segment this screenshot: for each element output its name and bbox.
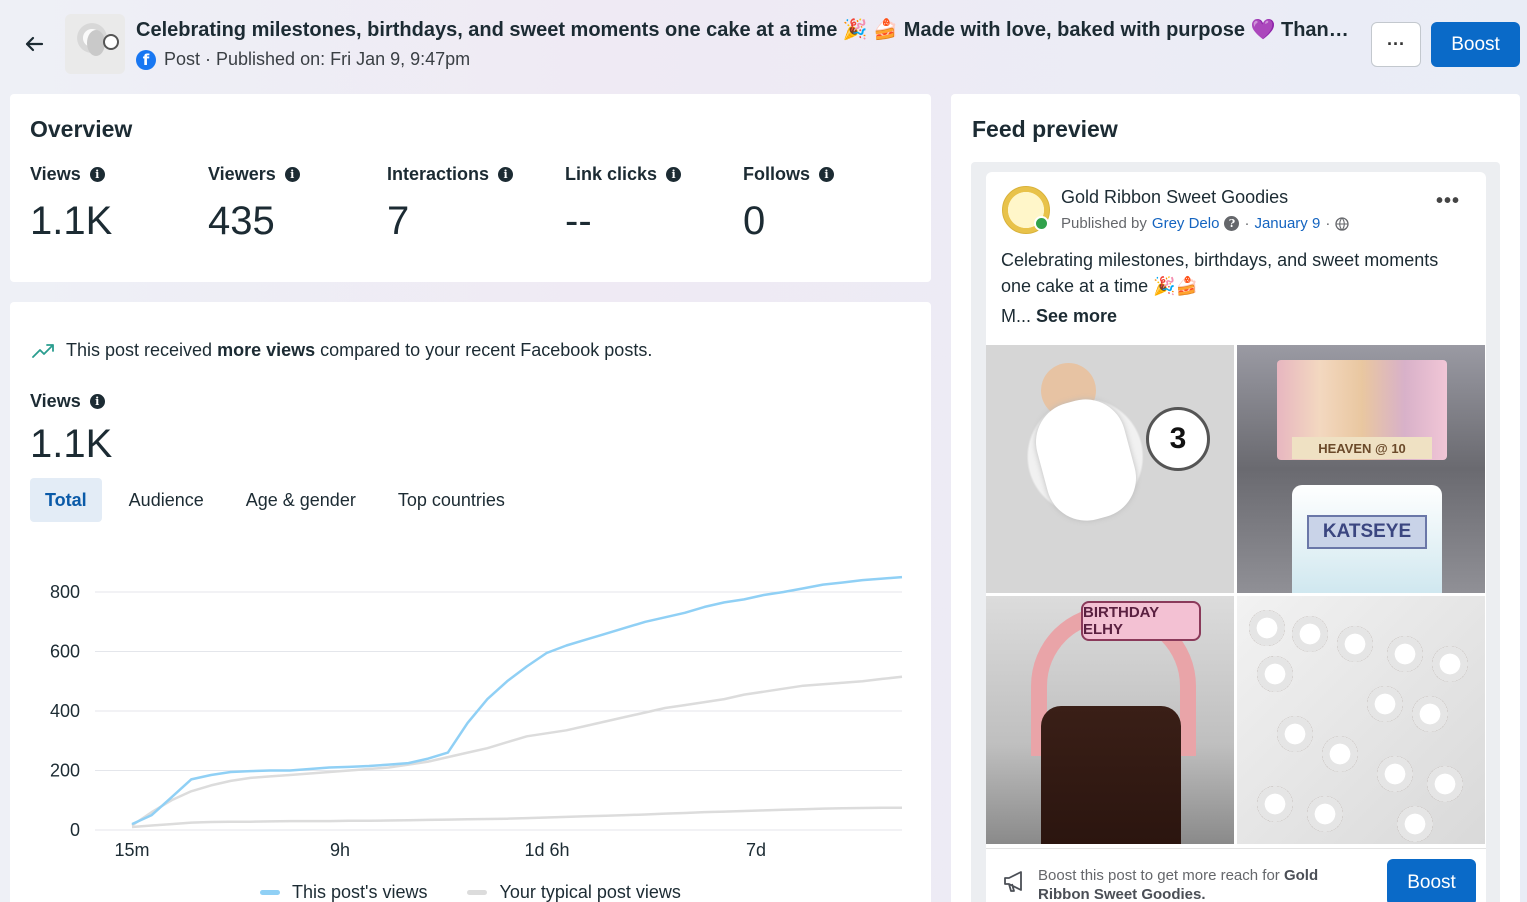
insight-prefix: This post received <box>66 340 218 360</box>
page-name[interactable]: Gold Ribbon Sweet Goodies <box>1061 187 1288 208</box>
photo-cupcakes[interactable] <box>1237 596 1485 844</box>
metric-follows: Follows i 0 <box>743 164 834 244</box>
y-tick-label: 600 <box>50 642 80 662</box>
boost-prompt-prefix: Boost this post to get more reach for <box>1038 867 1280 884</box>
metric-value: 435 <box>208 199 275 243</box>
post-byline: Published by Grey Delo ? · January 9 · <box>1061 215 1349 232</box>
boost-prompt-bar: Boost this post to get more reach for Go… <box>986 848 1486 902</box>
metric-label: Link clicks <box>565 164 658 184</box>
metric-link-clicks: Link clicks i -- <box>565 164 682 244</box>
help-icon[interactable]: ? <box>1224 216 1240 231</box>
see-more-link[interactable]: See more <box>1036 306 1117 326</box>
legend-item-typical[interactable]: Your typical post views <box>467 882 681 902</box>
info-icon[interactable]: i <box>89 394 105 409</box>
overview-title: Overview <box>30 116 133 142</box>
series-line-1 <box>131 675 903 827</box>
more-options-button[interactable]: ··· <box>1371 22 1421 67</box>
photo-katseye-cake[interactable]: HEAVEN @ 10 KATSEYE <box>1237 345 1485 593</box>
published-by-label: Published by <box>1061 215 1147 232</box>
metric-label: Views <box>30 164 81 184</box>
info-icon[interactable]: i <box>284 167 300 182</box>
post-date-link[interactable]: January 9 <box>1254 215 1320 232</box>
x-tick-label: 15m <box>114 840 149 860</box>
legend-item-this-post[interactable]: This post's views <box>260 882 427 902</box>
views-card: This post received more views compared t… <box>10 302 931 902</box>
metric-viewers: Viewers i 435 <box>208 164 300 244</box>
insight-bold: more views <box>217 340 316 360</box>
feed-preview-frame: Gold Ribbon Sweet Goodies Published by G… <box>971 162 1500 902</box>
legend-swatch <box>467 890 488 895</box>
x-tick-label: 1d 6h <box>524 840 569 860</box>
facebook-icon: f <box>136 49 156 70</box>
metric-label: Viewers <box>208 164 276 184</box>
y-tick-label: 800 <box>50 582 80 602</box>
y-tick-label: 200 <box>50 761 80 781</box>
photo-baby[interactable]: 3 <box>986 345 1234 593</box>
post-thumbnail <box>65 14 125 74</box>
post-published-text: Post · Published on: Fri Jan 9, 9:47pm <box>164 49 471 69</box>
truncated-text: M... <box>1001 306 1031 326</box>
tab-audience[interactable]: Audience <box>114 478 219 522</box>
views-label: Views i <box>30 391 105 412</box>
post-preview: Gold Ribbon Sweet Goodies Published by G… <box>986 172 1486 902</box>
photo-birthday-cake[interactable]: BIRTHDAY ELHY <box>986 596 1234 844</box>
insight-suffix: compared to your recent Facebook posts. <box>315 340 653 360</box>
legend-label: This post's views <box>292 882 428 902</box>
boost-button[interactable]: Boost <box>1431 22 1520 67</box>
metric-value: 7 <box>387 199 410 243</box>
photo-grid: 3 HEAVEN @ 10 KATSEYE BIRTHDAY ELHY <box>986 345 1486 845</box>
arrow-left-icon <box>25 36 44 52</box>
page-avatar[interactable] <box>1002 186 1050 234</box>
x-tick-label: 9h <box>330 840 350 860</box>
metric-value: 1.1K <box>30 199 113 243</box>
series-line-0 <box>131 575 903 826</box>
back-button[interactable] <box>18 28 50 60</box>
legend-swatch <box>260 890 280 895</box>
birthday-sign-label: BIRTHDAY ELHY <box>1081 601 1201 641</box>
megaphone-icon <box>1004 871 1022 892</box>
metric-value: -- <box>565 199 592 243</box>
tab-top-countries[interactable]: Top countries <box>383 478 520 522</box>
views-label-text: Views <box>30 391 81 411</box>
views-insight: This post received more views compared t… <box>32 340 652 361</box>
post-more-button[interactable]: ••• <box>1436 190 1460 213</box>
views-value: 1.1K <box>30 422 113 466</box>
overview-card: Overview Views i 1.1K Viewers i 435 Intera… <box>10 94 931 282</box>
cake-name-label: KATSEYE <box>1307 515 1427 549</box>
info-icon[interactable]: i <box>819 167 834 182</box>
author-link[interactable]: Grey Delo <box>1152 215 1220 232</box>
y-tick-label: 0 <box>70 820 80 840</box>
info-icon[interactable]: i <box>666 167 682 182</box>
post-title: Celebrating milestones, birthdays, and s… <box>136 19 1356 41</box>
boost-post-button[interactable]: Boost <box>1387 859 1476 902</box>
see-more-line: M... See more <box>1001 306 1117 327</box>
series-line-2 <box>131 806 902 829</box>
info-icon[interactable]: i <box>89 167 105 182</box>
feed-preview-title: Feed preview <box>972 116 1118 142</box>
post-text: Celebrating milestones, birthdays, and s… <box>1001 250 1439 296</box>
cake-banner-label: HEAVEN @ 10 <box>1292 437 1432 459</box>
legend-label: Your typical post views <box>499 882 681 902</box>
feed-preview-card: Feed preview Gold Ribbon Sweet Goodies P… <box>951 94 1520 902</box>
y-tick-label: 400 <box>50 701 80 721</box>
tab-total[interactable]: Total <box>30 478 102 522</box>
metric-value: 0 <box>743 199 766 243</box>
metric-label: Interactions <box>387 164 490 184</box>
metric-interactions: Interactions i 7 <box>387 164 514 244</box>
x-tick-label: 7d <box>746 840 766 860</box>
post-header: Celebrating milestones, birthdays, and s… <box>0 0 1527 90</box>
chart-legend: This post's views Your typical post view… <box>260 882 681 902</box>
boost-prompt-text: Boost this post to get more reach for Go… <box>1038 866 1358 902</box>
globe-icon <box>1335 216 1349 231</box>
metric-views: Views i 1.1K <box>30 164 112 244</box>
month-disc-label: 3 <box>1146 407 1210 471</box>
views-line-chart: 0 200 400 600 800 15m 9h 1d 6h 7d <box>50 575 903 860</box>
more-dots-icon: ··· <box>1387 34 1405 54</box>
breakdown-tabs: Total Audience Age & gender Top countrie… <box>30 478 532 522</box>
post-meta: f Post · Published on: Fri Jan 9, 9:47pm <box>136 49 470 70</box>
info-icon[interactable]: i <box>498 167 514 182</box>
trending-up-icon <box>32 343 54 358</box>
tab-age-gender[interactable]: Age & gender <box>231 478 371 522</box>
metric-label: Follows <box>743 164 810 184</box>
